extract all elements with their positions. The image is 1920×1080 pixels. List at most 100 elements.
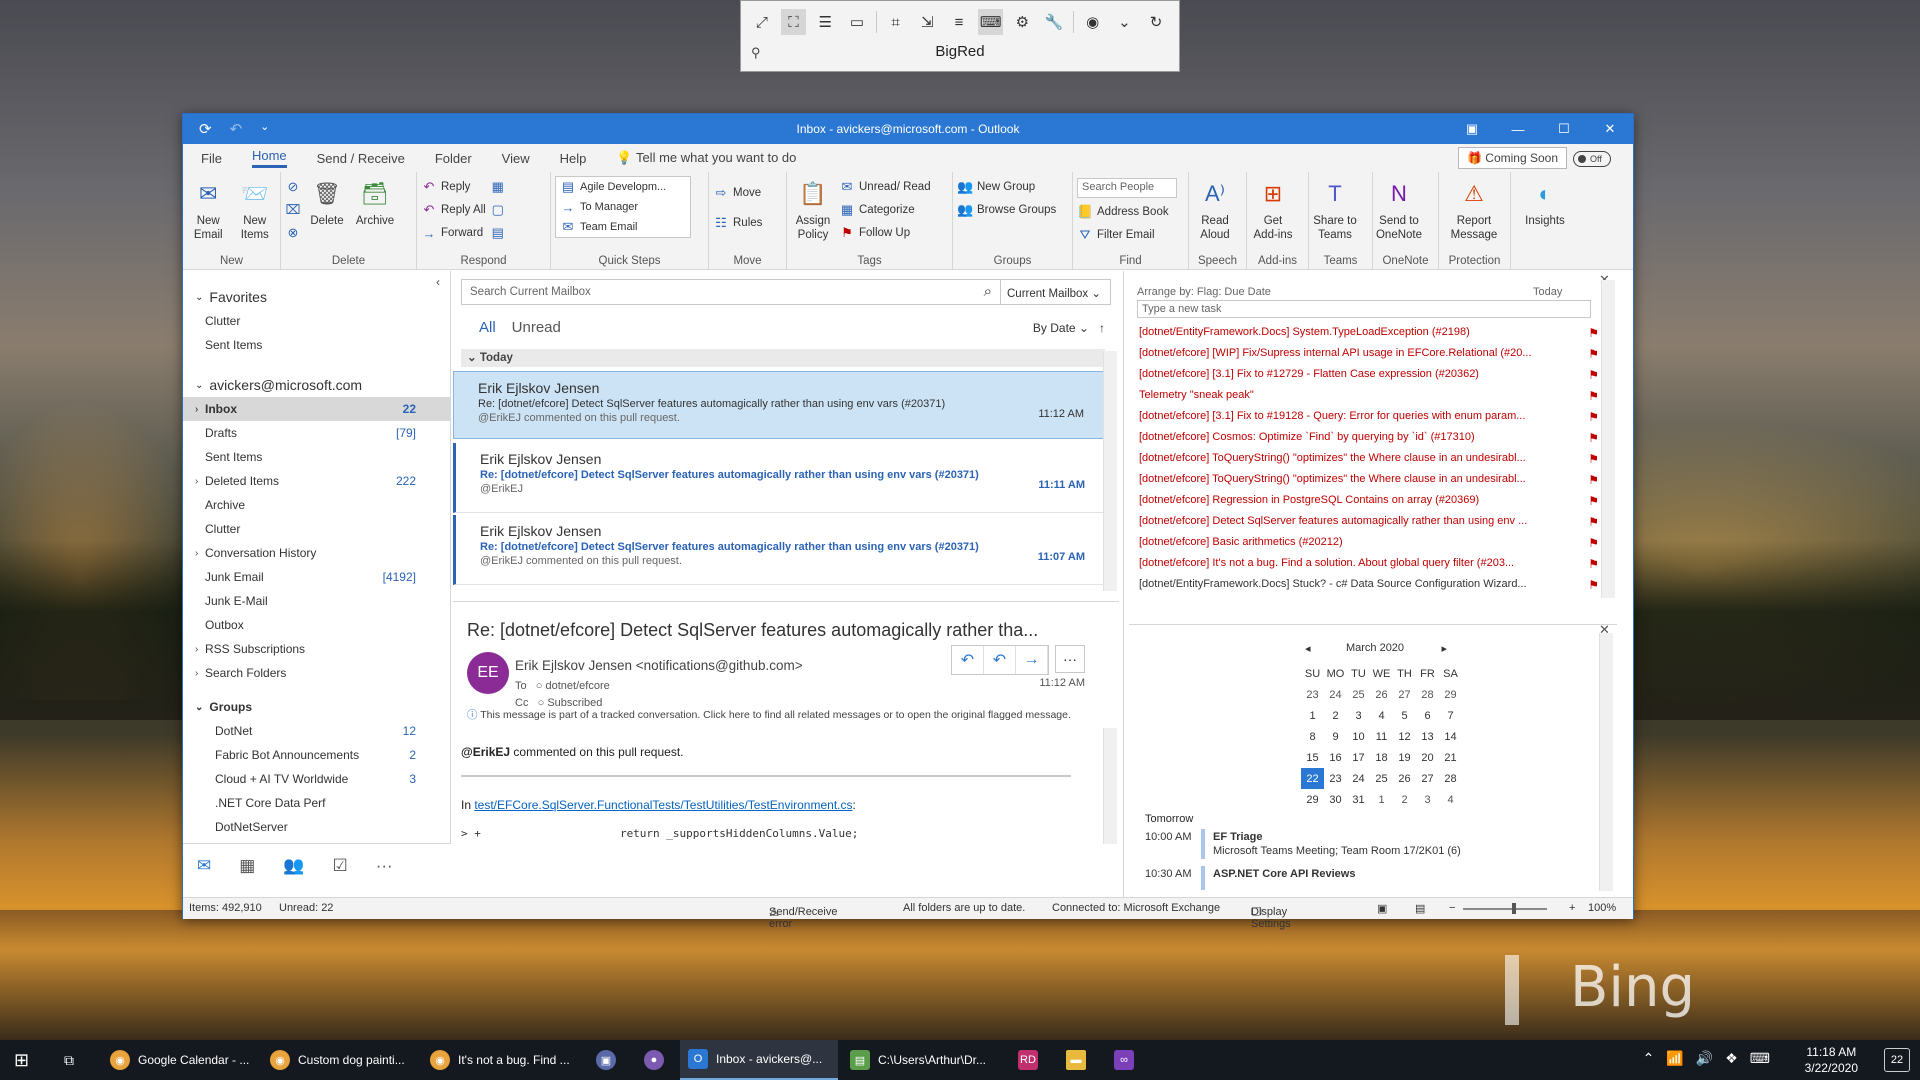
- calendar-day[interactable]: 7: [1439, 705, 1462, 726]
- calendar-day[interactable]: 2: [1393, 789, 1416, 810]
- task-item[interactable]: [dotnet/efcore] [3.1] Fix to #19128 - Qu…: [1139, 410, 1609, 427]
- calendar-day[interactable]: 26: [1370, 684, 1393, 705]
- search-icon[interactable]: ⌕: [984, 283, 992, 300]
- zoom-in-button[interactable]: +: [1569, 902, 1575, 914]
- next-month-icon[interactable]: ▸: [1441, 642, 1447, 655]
- task-item[interactable]: [dotnet/efcore] ToQueryString() "optimiz…: [1139, 473, 1609, 490]
- tab-help[interactable]: Help: [560, 151, 587, 166]
- new-task-input[interactable]: Type a new task: [1137, 300, 1591, 318]
- calendar-day[interactable]: 19: [1393, 747, 1416, 768]
- message-row[interactable]: Erik Ejlskov Jensen Re: [dotnet/efcore] …: [453, 371, 1105, 439]
- calendar-day[interactable]: 17: [1347, 747, 1370, 768]
- search-people-input[interactable]: Search People: [1077, 178, 1177, 198]
- task-item[interactable]: [dotnet/efcore] [WIP] Fix/Supress intern…: [1139, 347, 1609, 364]
- follow-up-button[interactable]: ⚑ Follow Up: [839, 224, 931, 242]
- calendar-day[interactable]: 26: [1393, 768, 1416, 789]
- flag-icon[interactable]: ⚑: [1588, 515, 1599, 529]
- mail-icon[interactable]: ✉: [197, 856, 211, 876]
- start-button[interactable]: ⊞: [6, 1040, 50, 1080]
- reading-scrollbar[interactable]: [1103, 728, 1117, 844]
- calendar-day[interactable]: 1: [1370, 789, 1393, 810]
- message-row[interactable]: Erik Ejlskov Jensen Re: [dotnet/efcore] …: [453, 515, 1105, 585]
- calendar-day[interactable]: 14: [1439, 726, 1462, 747]
- group-fabric-bot[interactable]: Fabric Bot Announcements 2: [183, 743, 450, 767]
- calendar-day-selected[interactable]: 22: [1301, 768, 1324, 789]
- reply-all-icon[interactable]: ↶: [984, 646, 1016, 674]
- notification-center-button[interactable]: 22: [1884, 1048, 1910, 1072]
- address-book-button[interactable]: 📒 Address Book: [1077, 203, 1177, 221]
- dropbox-icon[interactable]: ❖: [1725, 1050, 1738, 1067]
- sort-dropdown[interactable]: By Date ⌄ ↑: [1033, 321, 1105, 335]
- close-button[interactable]: ✕: [1587, 114, 1633, 144]
- message-row[interactable]: Erik Ejlskov Jensen Re: [dotnet/efcore] …: [453, 443, 1105, 513]
- appointment[interactable]: 10:00 AM EF Triage Microsoft Teams Meeti…: [1145, 829, 1615, 859]
- calendar-day[interactable]: 31: [1347, 789, 1370, 810]
- chevron-up-icon[interactable]: ⌃: [1643, 1050, 1655, 1067]
- camera-icon[interactable]: ◉: [1080, 9, 1106, 35]
- search-input[interactable]: Search Current Mailbox ⌕: [462, 280, 1000, 304]
- search-scope-dropdown[interactable]: Current Mailbox ⌄: [1000, 280, 1110, 304]
- flag-icon[interactable]: ⚑: [1588, 326, 1599, 340]
- taskbar-app-explorer[interactable]: ▬: [1058, 1040, 1092, 1080]
- tab-view[interactable]: View: [502, 151, 530, 166]
- task-item[interactable]: [dotnet/efcore] It's not a bug. Find a s…: [1139, 557, 1609, 574]
- group-net-core-data-perf[interactable]: .NET Core Data Perf: [183, 791, 450, 815]
- arrange-by[interactable]: Arrange by: Flag: Due Date Today: [1137, 286, 1597, 298]
- folder-conversation-history[interactable]: › Conversation History: [183, 541, 450, 565]
- calendar-day[interactable]: 11: [1370, 726, 1393, 747]
- taskbar-app-chrome-calendar[interactable]: ◉ Google Calendar - ...: [102, 1040, 258, 1080]
- zoom-thumb[interactable]: [1512, 903, 1516, 914]
- calendar-day[interactable]: 21: [1439, 747, 1462, 768]
- settings-icon[interactable]: ⚙: [1009, 9, 1035, 35]
- flag-icon[interactable]: ⚑: [1588, 557, 1599, 571]
- favorite-sent-items[interactable]: Sent Items: [183, 333, 450, 357]
- reading-view-icon[interactable]: ▤: [1415, 902, 1425, 915]
- normal-view-icon[interactable]: ▣: [1377, 902, 1387, 915]
- minimize-button[interactable]: —: [1495, 114, 1541, 144]
- reply-all-button[interactable]: ↶ Reply All: [421, 201, 486, 219]
- folder-junk-e-mail[interactable]: Junk E-Mail: [183, 589, 450, 613]
- calendar-day[interactable]: 27: [1416, 768, 1439, 789]
- folder-outbox[interactable]: Outbox: [183, 613, 450, 637]
- tab-file[interactable]: File: [201, 151, 222, 166]
- taskbar-app-chrome-bug[interactable]: ◉ It's not a bug. Find ...: [422, 1040, 578, 1080]
- expand-icon[interactable]: ›: [195, 476, 198, 487]
- calendar-day[interactable]: 3: [1416, 789, 1439, 810]
- flag-icon[interactable]: ⚑: [1588, 389, 1599, 403]
- junk-button[interactable]: ⊗: [285, 224, 301, 242]
- network-icon[interactable]: 📶: [1666, 1050, 1683, 1067]
- tracked-conversation-info[interactable]: ⓘ This message is part of a tracked conv…: [467, 707, 1097, 722]
- wrench-icon[interactable]: 🔧: [1041, 9, 1067, 35]
- maximize-button[interactable]: ☐: [1541, 114, 1587, 144]
- task-item[interactable]: Telemetry "sneak peak" ⚑: [1139, 389, 1609, 406]
- taskbar-clock[interactable]: 11:18 AM 3/22/2020: [1805, 1044, 1858, 1076]
- favorite-clutter[interactable]: Clutter: [183, 309, 450, 333]
- folder-archive[interactable]: Archive: [183, 493, 450, 517]
- zoom-level[interactable]: 100%: [1588, 902, 1616, 914]
- calendar-day[interactable]: 16: [1324, 747, 1347, 768]
- folder-drafts[interactable]: Drafts [79]: [183, 421, 450, 445]
- quick-step-agile[interactable]: ▤ Agile Developm...: [560, 179, 686, 196]
- group-dotnet[interactable]: DotNet 12: [183, 719, 450, 743]
- filter-email-button[interactable]: ⛛ Filter Email: [1077, 226, 1177, 244]
- calendar-day[interactable]: 30: [1324, 789, 1347, 810]
- tab-folder[interactable]: Folder: [435, 151, 472, 166]
- group-dotnetserver[interactable]: DotNetServer: [183, 815, 450, 839]
- quick-step-team[interactable]: ✉ Team Email: [560, 218, 686, 235]
- flag-icon[interactable]: ⚑: [1588, 494, 1599, 508]
- filter-unread[interactable]: Unread: [512, 319, 561, 336]
- im-button[interactable]: ▢: [490, 201, 506, 219]
- coming-soon-toggle[interactable]: Off: [1573, 151, 1611, 167]
- browse-groups-button[interactable]: 👥 Browse Groups: [957, 201, 1056, 219]
- tasks-icon[interactable]: ☑: [332, 856, 347, 876]
- tab-send-receive[interactable]: Send / Receive: [317, 151, 405, 166]
- taskbar-app-rider[interactable]: RD: [1010, 1040, 1044, 1080]
- flag-icon[interactable]: ⚑: [1588, 410, 1599, 424]
- folder-rss[interactable]: › RSS Subscriptions: [183, 637, 450, 661]
- more-actions-icon[interactable]: ···: [1055, 645, 1085, 673]
- calendar-day[interactable]: 10: [1347, 726, 1370, 747]
- calendar-day[interactable]: 13: [1416, 726, 1439, 747]
- list-icon[interactable]: ≡: [946, 9, 972, 35]
- folder-junk-email[interactable]: Junk Email [4192]: [183, 565, 450, 589]
- disconnect-icon[interactable]: ↻: [1143, 9, 1169, 35]
